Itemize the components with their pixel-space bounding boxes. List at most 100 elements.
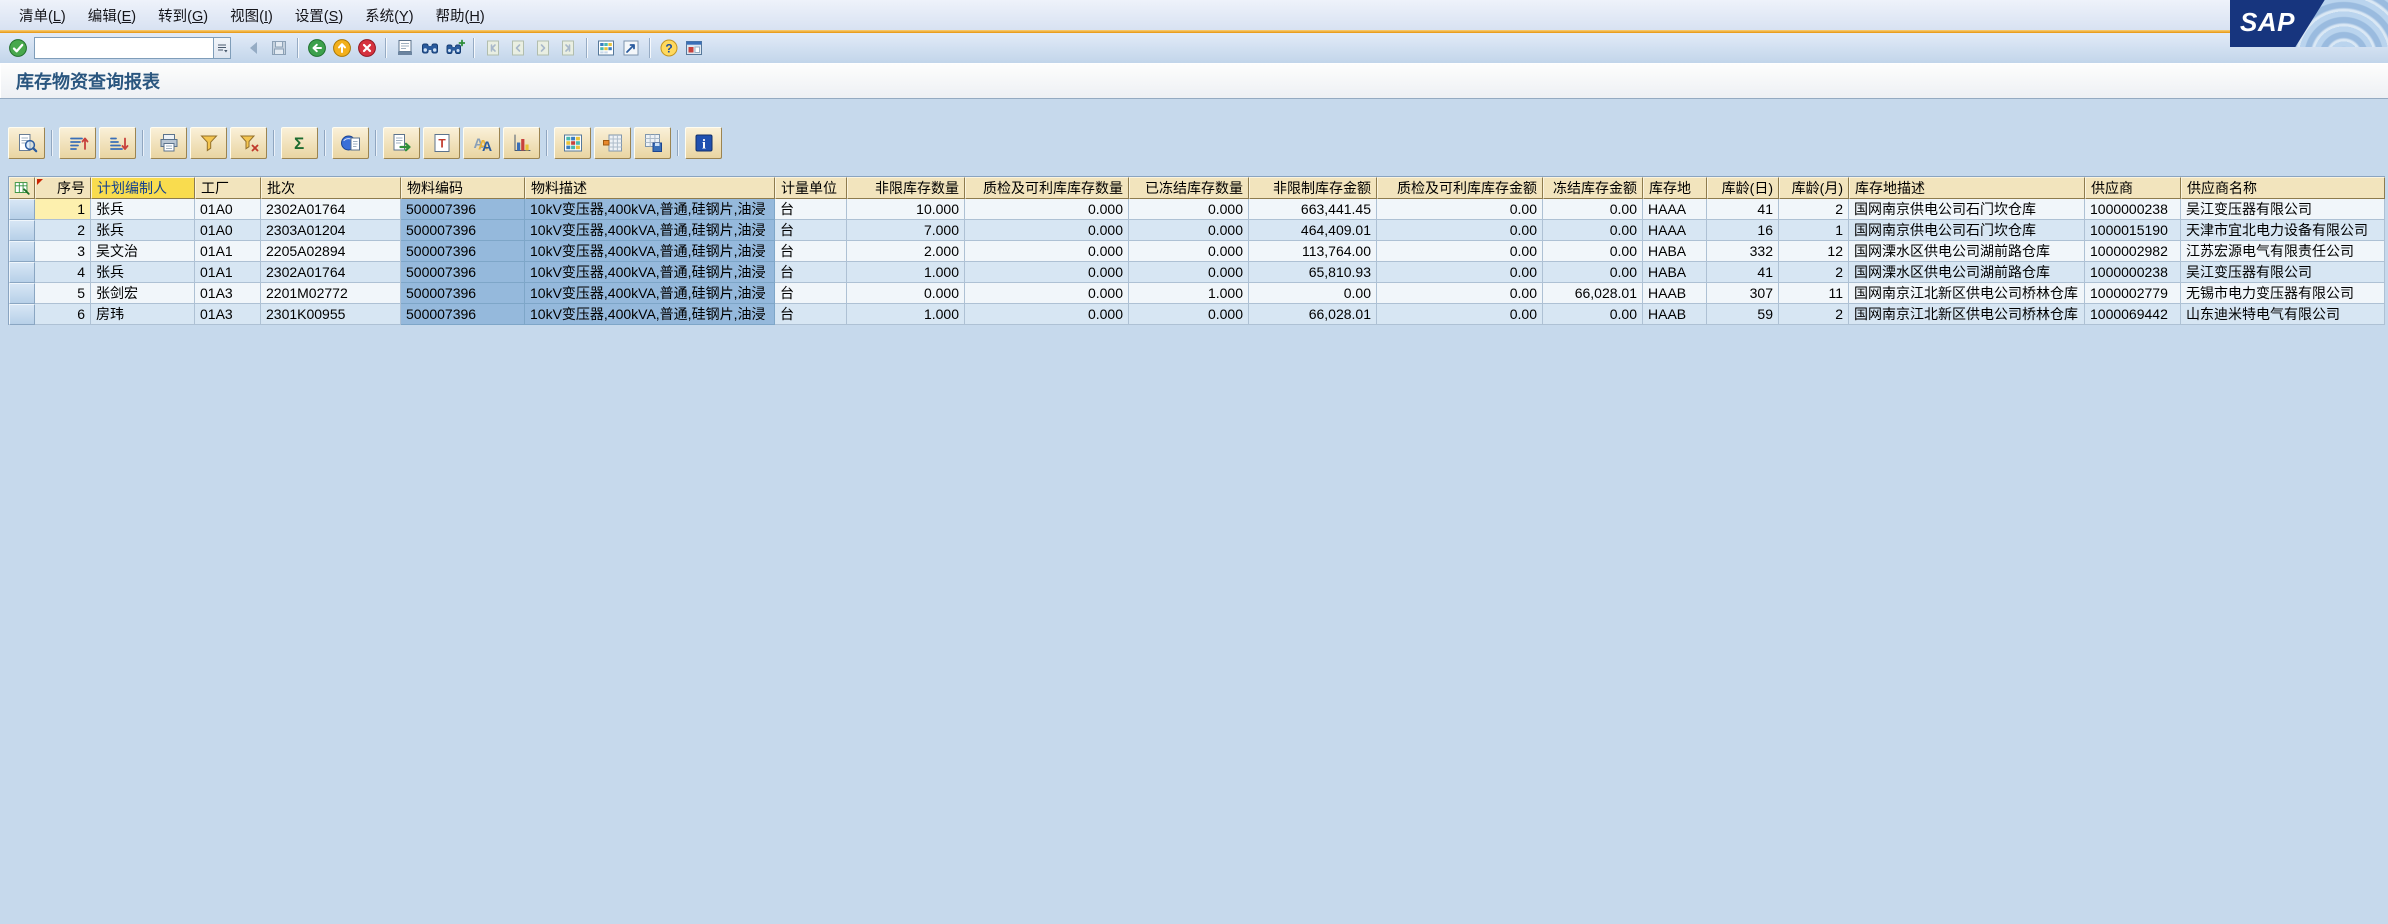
- customize-layout-button[interactable]: [681, 36, 706, 61]
- new-session-button[interactable]: [593, 36, 618, 61]
- menu-item-i[interactable]: 视图(I): [219, 2, 284, 29]
- cell-qty_blocked[interactable]: 0.000: [1129, 220, 1249, 241]
- row-selector[interactable]: [9, 283, 35, 304]
- column-header-material_desc[interactable]: 物料描述: [525, 177, 775, 199]
- cell-qty_blocked[interactable]: 0.000: [1129, 262, 1249, 283]
- cell-batch[interactable]: 2301K00955: [261, 304, 401, 325]
- cell-planner[interactable]: 张兵: [91, 262, 195, 283]
- cell-age_days[interactable]: 16: [1707, 220, 1779, 241]
- select-all-button[interactable]: [9, 177, 35, 199]
- change-layout-button[interactable]: [594, 127, 631, 159]
- cell-qty_blocked[interactable]: 0.000: [1129, 199, 1249, 220]
- cell-unit[interactable]: 台: [775, 199, 847, 220]
- cell-planner[interactable]: 房玮: [91, 304, 195, 325]
- cell-age_days[interactable]: 59: [1707, 304, 1779, 325]
- cell-qty_unrestricted[interactable]: 2.000: [847, 241, 965, 262]
- cell-seq[interactable]: 4: [35, 262, 91, 283]
- cell-vendor[interactable]: 1000000238: [2085, 262, 2181, 283]
- sort-ascending-button[interactable]: [59, 127, 96, 159]
- cell-planner[interactable]: 张兵: [91, 199, 195, 220]
- row-selector[interactable]: [9, 304, 35, 325]
- cell-seq[interactable]: 6: [35, 304, 91, 325]
- spreadsheet-button[interactable]: AAA: [463, 127, 500, 159]
- print-preview-button[interactable]: [332, 127, 369, 159]
- column-header-batch[interactable]: 批次: [261, 177, 401, 199]
- cell-qty_unrestricted[interactable]: 1.000: [847, 262, 965, 283]
- column-header-amt_blocked[interactable]: 冻结库存金额: [1543, 177, 1643, 199]
- cell-amt_unrestricted[interactable]: 65,810.93: [1249, 262, 1377, 283]
- cell-qty_quality[interactable]: 0.000: [965, 304, 1129, 325]
- cell-age_months[interactable]: 2: [1779, 199, 1849, 220]
- word-processing-button[interactable]: T: [423, 127, 460, 159]
- cell-material_desc[interactable]: 10kV变压器,400kVA,普通,硅钢片,油浸: [525, 220, 775, 241]
- cell-qty_blocked[interactable]: 1.000: [1129, 283, 1249, 304]
- cell-vendor[interactable]: 1000015190: [2085, 220, 2181, 241]
- cell-storage_desc[interactable]: 国网南京供电公司石门坎仓库: [1849, 220, 2085, 241]
- cell-amt_unrestricted[interactable]: 663,441.45: [1249, 199, 1377, 220]
- cell-batch[interactable]: 2303A01204: [261, 220, 401, 241]
- column-header-amt_quality[interactable]: 质检及可利库库存金额: [1377, 177, 1543, 199]
- cell-storage_desc[interactable]: 国网溧水区供电公司湖前路仓库: [1849, 241, 2085, 262]
- cell-qty_unrestricted[interactable]: 0.000: [847, 283, 965, 304]
- cell-vendor_name[interactable]: 吴江变压器有限公司: [2181, 262, 2385, 283]
- cell-material_desc[interactable]: 10kV变压器,400kVA,普通,硅钢片,油浸: [525, 241, 775, 262]
- cell-vendor[interactable]: 1000000238: [2085, 199, 2181, 220]
- cell-vendor[interactable]: 1000002779: [2085, 283, 2181, 304]
- print-button[interactable]: [392, 36, 417, 61]
- cell-material_code[interactable]: 500007396: [401, 283, 525, 304]
- cell-amt_quality[interactable]: 0.00: [1377, 220, 1543, 241]
- cell-storage_loc[interactable]: HABA: [1643, 241, 1707, 262]
- column-header-qty_unrestricted[interactable]: 非限库存数量: [847, 177, 965, 199]
- cell-vendor_name[interactable]: 吴江变压器有限公司: [2181, 199, 2385, 220]
- cell-amt_blocked[interactable]: 0.00: [1543, 304, 1643, 325]
- cancel-button[interactable]: [354, 36, 379, 61]
- menu-item-y[interactable]: 系统(Y): [354, 2, 424, 29]
- cell-seq[interactable]: 5: [35, 283, 91, 304]
- print-list-button[interactable]: [150, 127, 187, 159]
- export-local-file-button[interactable]: [383, 127, 420, 159]
- column-header-age_months[interactable]: 库龄(月): [1779, 177, 1849, 199]
- cell-material_code[interactable]: 500007396: [401, 220, 525, 241]
- cell-qty_blocked[interactable]: 0.000: [1129, 304, 1249, 325]
- cell-age_months[interactable]: 1: [1779, 220, 1849, 241]
- cell-storage_desc[interactable]: 国网南京供电公司石门坎仓库: [1849, 199, 2085, 220]
- cell-qty_quality[interactable]: 0.000: [965, 283, 1129, 304]
- cell-amt_unrestricted[interactable]: 464,409.01: [1249, 220, 1377, 241]
- cell-amt_blocked[interactable]: 0.00: [1543, 262, 1643, 283]
- cell-age_days[interactable]: 332: [1707, 241, 1779, 262]
- cell-storage_loc[interactable]: HAAA: [1643, 199, 1707, 220]
- sum-button[interactable]: Σ: [281, 127, 318, 159]
- cell-material_desc[interactable]: 10kV变压器,400kVA,普通,硅钢片,油浸: [525, 199, 775, 220]
- cell-vendor_name[interactable]: 无锡市电力变压器有限公司: [2181, 283, 2385, 304]
- cell-qty_quality[interactable]: 0.000: [965, 241, 1129, 262]
- menu-item-h[interactable]: 帮助(H): [425, 2, 496, 29]
- cell-qty_quality[interactable]: 0.000: [965, 220, 1129, 241]
- cell-age_months[interactable]: 11: [1779, 283, 1849, 304]
- cell-material_desc[interactable]: 10kV变压器,400kVA,普通,硅钢片,油浸: [525, 262, 775, 283]
- command-history-dropdown[interactable]: [213, 37, 231, 59]
- cell-amt_quality[interactable]: 0.00: [1377, 241, 1543, 262]
- cell-planner[interactable]: 张剑宏: [91, 283, 195, 304]
- cell-planner[interactable]: 吴文治: [91, 241, 195, 262]
- cell-material_code[interactable]: 500007396: [401, 262, 525, 283]
- cell-plant[interactable]: 01A1: [195, 262, 261, 283]
- save-layout-button[interactable]: [634, 127, 671, 159]
- find-next-button[interactable]: [442, 36, 467, 61]
- cell-batch[interactable]: 2201M02772: [261, 283, 401, 304]
- column-header-amt_unrestricted[interactable]: 非限制库存金额: [1249, 177, 1377, 199]
- cell-batch[interactable]: 2205A02894: [261, 241, 401, 262]
- cell-qty_unrestricted[interactable]: 7.000: [847, 220, 965, 241]
- cell-seq[interactable]: 3: [35, 241, 91, 262]
- column-header-qty_quality[interactable]: 质检及可利库库存数量: [965, 177, 1129, 199]
- column-header-storage_desc[interactable]: 库存地描述: [1849, 177, 2085, 199]
- cell-storage_desc[interactable]: 国网南京江北新区供电公司桥林仓库: [1849, 283, 2085, 304]
- cell-unit[interactable]: 台: [775, 304, 847, 325]
- column-header-planner[interactable]: 计划编制人: [91, 177, 195, 199]
- cell-material_code[interactable]: 500007396: [401, 241, 525, 262]
- column-header-age_days[interactable]: 库龄(日): [1707, 177, 1779, 199]
- column-header-unit[interactable]: 计量单位: [775, 177, 847, 199]
- select-layout-button[interactable]: [554, 127, 591, 159]
- details-button[interactable]: [8, 127, 45, 159]
- cell-vendor[interactable]: 1000069442: [2085, 304, 2181, 325]
- graphic-button[interactable]: [503, 127, 540, 159]
